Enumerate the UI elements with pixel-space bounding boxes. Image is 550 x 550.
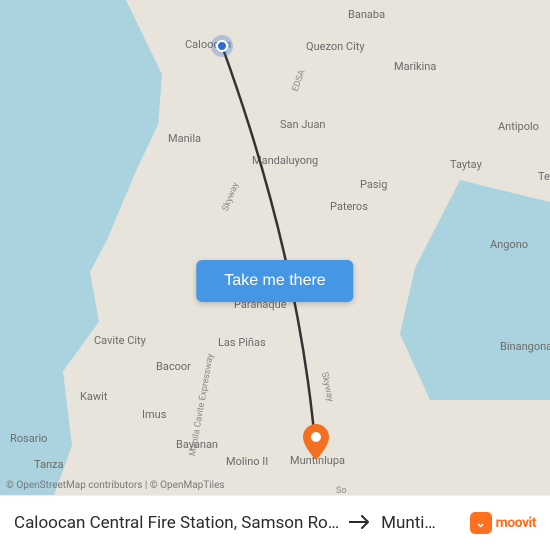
moovit-wordmark: moovit	[496, 515, 536, 531]
map-pin-icon	[303, 424, 329, 460]
route-text: Caloocan Central Fire Station, Samson Ro…	[14, 513, 470, 533]
place-label: Angono	[490, 238, 528, 251]
road-label: So	[336, 486, 346, 495]
place-label: Rosario	[10, 432, 47, 445]
take-me-there-button[interactable]: Take me there	[196, 260, 353, 302]
route-summary-bar: Caloocan Central Fire Station, Samson Ro…	[0, 495, 550, 550]
place-label: Molino II	[226, 455, 268, 468]
place-label: Cavite City	[94, 334, 146, 347]
place-label: Antipolo	[498, 120, 539, 133]
place-label: Quezon City	[306, 40, 365, 53]
origin-marker-halo	[211, 35, 233, 57]
place-label: Mandaluyong	[252, 154, 318, 167]
place-label: Pateros	[330, 200, 368, 213]
place-label: Bacoor	[156, 360, 191, 373]
place-label: Tanza	[34, 458, 63, 471]
place-label: Marikina	[394, 60, 436, 73]
origin-label: Caloocan Central Fire Station, Samson Ro…	[14, 513, 339, 533]
arrow-right-icon	[349, 514, 371, 533]
moovit-logo-icon: ⌄	[470, 512, 492, 534]
place-label: San Juan	[280, 118, 326, 131]
place-label: Manila	[168, 132, 201, 145]
destination-marker[interactable]	[303, 424, 329, 460]
place-label: Taytay	[450, 158, 482, 171]
destination-label: Munti…	[381, 513, 436, 533]
road-label: Skyway	[319, 371, 335, 402]
place-label: Banaba	[348, 8, 385, 21]
place-label: Binangonan	[500, 340, 550, 353]
road-label: Skyway	[221, 181, 242, 213]
water-laguna-de-bay	[400, 180, 550, 400]
place-label: Las Piñas	[218, 336, 266, 349]
map-viewport[interactable]: Caloocan Quezon City Marikina Banaba San…	[0, 0, 550, 495]
origin-marker[interactable]	[211, 35, 233, 57]
place-label: Imus	[142, 408, 166, 421]
place-label: Te	[538, 170, 550, 183]
origin-marker-dot	[216, 40, 228, 52]
place-label: Pasig	[360, 178, 387, 191]
moovit-brand[interactable]: ⌄ moovit	[470, 512, 536, 534]
road-label: EDSA	[291, 69, 308, 93]
place-label: Kawit	[80, 390, 107, 403]
map-attribution: © OpenStreetMap contributors | © OpenMap…	[6, 480, 225, 491]
